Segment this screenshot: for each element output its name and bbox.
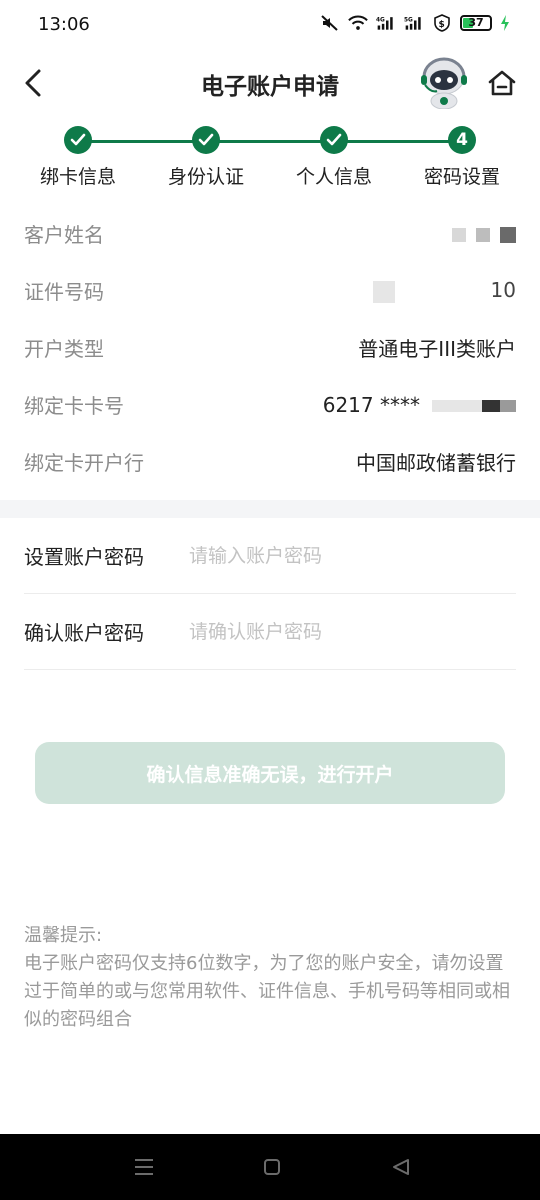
info-label: 绑定卡开户行 — [24, 451, 144, 475]
svg-text:$: $ — [439, 20, 445, 30]
charging-icon — [500, 14, 510, 32]
info-label: 证件号码 — [24, 280, 104, 304]
customer-name-value — [452, 222, 516, 246]
mute-icon — [320, 14, 340, 32]
confirm-password-label: 确认账户密码 — [24, 621, 144, 645]
masked-text — [452, 228, 466, 242]
system-nav-bar — [0, 1134, 540, 1200]
recents-button[interactable] — [133, 1156, 155, 1178]
info-label: 开户类型 — [24, 337, 104, 361]
masked-text — [476, 228, 490, 242]
battery-icon: 37 — [460, 15, 492, 31]
step-bind-card: 绑卡信息 — [13, 126, 143, 189]
step-done-check-icon — [192, 126, 220, 154]
menu-icon — [135, 1159, 153, 1175]
battery-level: 37 — [468, 16, 484, 29]
square-icon — [264, 1159, 280, 1175]
masked-text — [500, 227, 516, 243]
bound-card-value: 6217 **** — [323, 393, 516, 417]
header: 电子账户申请 — [0, 55, 540, 111]
tips-body: 电子账户密码仅支持6位数字，为了您的账户安全，请勿设置过于简单的或与您常用软件、… — [24, 953, 510, 1030]
masked-text — [482, 400, 500, 412]
step-done-check-icon — [320, 126, 348, 154]
step-done-check-icon — [64, 126, 92, 154]
confirm-password-input[interactable] — [189, 620, 516, 643]
robot-assistant-icon — [421, 57, 467, 110]
step-number: 4 — [448, 126, 476, 154]
robot-assistant-button[interactable] — [418, 55, 470, 110]
password-row: 设置账户密码 — [24, 518, 516, 594]
info-row-bank: 绑定卡开户行 中国邮政储蓄银行 — [24, 433, 516, 490]
bank-value: 中国邮政储蓄银行 — [356, 451, 516, 475]
progress-stepper: 绑卡信息 身份认证 个人信息 4 密码设置 — [0, 126, 540, 196]
4g-signal-icon: 4G — [376, 14, 396, 32]
svg-text:4G: 4G — [376, 17, 385, 23]
bound-card-number: 6217 **** — [322, 392, 420, 417]
info-row-account-type: 开户类型 普通电子III类账户 — [24, 319, 516, 376]
info-row-bound-card: 绑定卡卡号 6217 **** — [24, 376, 516, 433]
info-row-id-number: 证件号码 10 — [24, 262, 516, 319]
section-divider — [0, 500, 540, 518]
info-label: 绑定卡卡号 — [24, 394, 124, 418]
5g-signal-icon: 5G — [404, 14, 424, 32]
home-nav-button[interactable] — [261, 1156, 283, 1178]
password-input[interactable] — [189, 544, 516, 567]
status-bar: 13:06 4G 5G $ 37 — [0, 0, 540, 50]
account-type-value: 普通电子III类账户 — [358, 337, 516, 361]
info-label: 客户姓名 — [24, 223, 104, 247]
tips-title: 温馨提示: — [24, 925, 103, 946]
status-icons: 4G 5G $ 37 — [320, 14, 510, 32]
status-time: 13:06 — [38, 14, 90, 35]
id-number-text: 10 — [395, 278, 516, 303]
step-label: 个人信息 — [295, 166, 372, 188]
step-identity: 身份认证 — [141, 126, 271, 189]
step-label: 绑卡信息 — [39, 166, 116, 188]
open-account-button[interactable]: 确认信息准确无误，进行开户 — [35, 742, 505, 804]
tips: 温馨提示: 电子账户密码仅支持6位数字，为了您的账户安全，请勿设置过于简单的或与… — [24, 922, 516, 1034]
step-password: 4 密码设置 — [397, 126, 527, 189]
svg-text:5G: 5G — [404, 17, 413, 23]
password-form: 设置账户密码 确认账户密码 — [24, 518, 516, 670]
id-number-value: 10 — [373, 278, 516, 303]
home-icon — [488, 70, 516, 96]
back-nav-button[interactable] — [390, 1156, 412, 1178]
triangle-back-icon — [393, 1159, 409, 1175]
info-row-customer-name: 客户姓名 — [24, 205, 516, 262]
step-label: 身份认证 — [167, 166, 244, 188]
step-personal-info: 个人信息 — [269, 126, 399, 189]
shield-icon: $ — [432, 14, 452, 32]
confirm-password-row: 确认账户密码 — [24, 594, 516, 670]
masked-text — [500, 400, 516, 412]
password-label: 设置账户密码 — [24, 545, 144, 569]
home-button[interactable] — [486, 67, 518, 99]
wifi-icon — [348, 14, 368, 32]
step-label: 密码设置 — [423, 166, 500, 188]
account-info-list: 客户姓名 证件号码 10 开户类型 普通电子III类账户 绑定卡卡号 6217 … — [24, 205, 516, 490]
masked-text — [432, 400, 482, 412]
masked-text — [373, 280, 396, 303]
